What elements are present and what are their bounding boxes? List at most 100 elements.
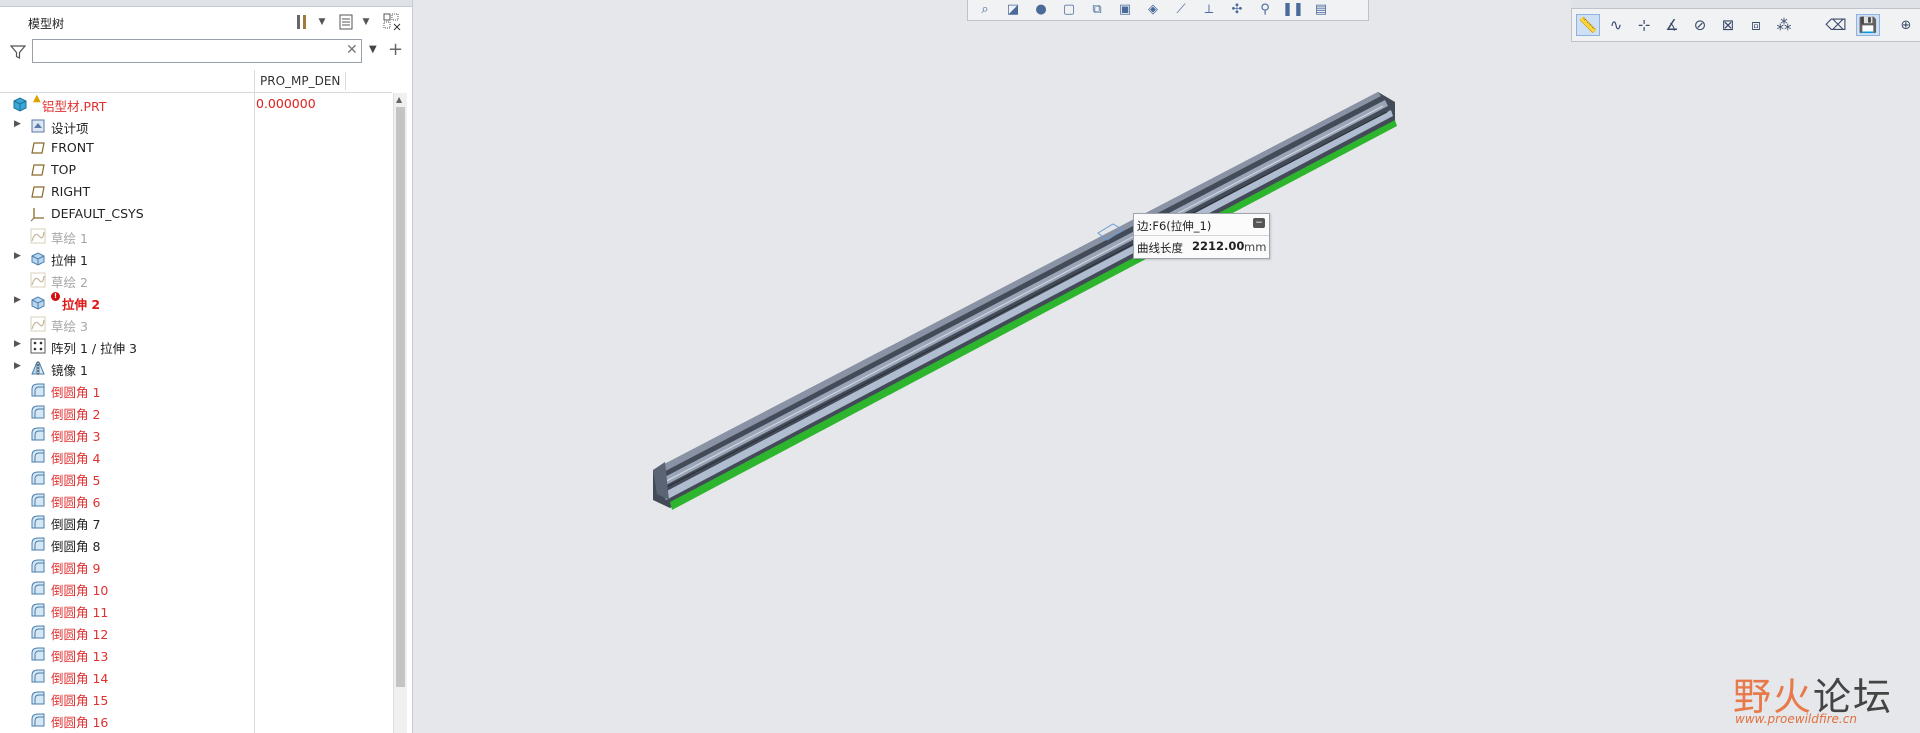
tree-item-label: 倒圆角 5 (51, 473, 101, 488)
measure-toolbar-titlebar (1571, 0, 1920, 8)
clear-search-icon[interactable]: ✕ (346, 42, 358, 58)
tree-root-row[interactable]: ▲ 铝型材.PRT 0.000000 (0, 93, 392, 115)
tree-item-label: 镜像 1 (51, 363, 88, 378)
round-icon (30, 558, 46, 574)
repaint-icon[interactable]: ▤ (1310, 1, 1332, 18)
tree-item-row[interactable]: 倒圆角 13 (0, 643, 392, 665)
tree-item-row[interactable]: RIGHT (0, 181, 392, 203)
datum-display-icon[interactable]: ⟋ (1170, 1, 1192, 18)
round-icon (30, 426, 46, 442)
tree-item-row[interactable]: 倒圆角 4 (0, 445, 392, 467)
tree-item-row[interactable]: 倒圆角 14 (0, 665, 392, 687)
tree-item-row[interactable]: 草绘 2 (0, 269, 392, 291)
scroll-up-icon[interactable]: ▲ (396, 95, 402, 104)
tree-item-row[interactable]: 草绘 3 (0, 313, 392, 335)
csys-display-icon[interactable]: ⟂ (1198, 1, 1220, 18)
tree-item-row[interactable]: 草绘 1 (0, 225, 392, 247)
pause-icon[interactable]: ❚❚ (1282, 1, 1304, 18)
round-icon (30, 602, 46, 618)
column-pro-mp-den[interactable]: PRO_MP_DEN (260, 74, 340, 88)
view-manager-icon[interactable]: ⧉ (1086, 1, 1108, 18)
zoom-fit-icon[interactable]: ⌕ (974, 1, 996, 18)
watermark-url: www.proewildfire.cn (1735, 712, 1857, 726)
tools-icon[interactable] (292, 12, 312, 32)
add-measure-icon[interactable]: ⊕ (1894, 14, 1918, 36)
tree-item-row[interactable]: 倒圆角 10 (0, 577, 392, 599)
tooltip-divider (1134, 235, 1269, 236)
scroll-thumb[interactable] (396, 107, 405, 687)
tools-dropdown-icon[interactable]: ▼ (312, 12, 332, 32)
tree-item-row[interactable]: 倒圆角 6 (0, 489, 392, 511)
tooltip-measure-value: 2212.00 (1192, 239, 1245, 253)
tree-item-row[interactable]: ▶! 拉伸 2 (0, 291, 392, 313)
measure-diameter-icon[interactable]: ⊘ (1688, 14, 1712, 36)
tree-item-row[interactable]: 倒圆角 5 (0, 467, 392, 489)
tree-item-label: 倒圆角 9 (51, 561, 101, 576)
tree-item-label: RIGHT (51, 184, 91, 199)
highlighted-edge[interactable] (670, 120, 1397, 510)
model-tree-panel: 模型树 ▼ ▼ ✕ ▼ + PRO_MP_DEN ▲ 铝型材.PRT 0.000… (0, 0, 413, 733)
tree-item-row[interactable]: ▶ 设计项 (0, 115, 392, 137)
tree-scrollbar[interactable]: ▲ (393, 93, 407, 733)
expand-arrow-icon[interactable]: ▶ (14, 251, 21, 261)
tree-item-label: 倒圆角 11 (51, 605, 109, 620)
display-style-icon[interactable]: ● (1030, 1, 1052, 18)
zoom-in-icon[interactable]: ◪ (1002, 1, 1024, 18)
model-3d-view[interactable] (413, 0, 1920, 733)
tree-item-row[interactable]: DEFAULT_CSYS (0, 203, 392, 225)
tree-search-input[interactable] (32, 39, 362, 63)
tree-item-row[interactable]: 倒圆角 12 (0, 621, 392, 643)
eraser-icon[interactable]: ⌫ (1824, 14, 1848, 36)
tree-item-row[interactable]: 倒圆角 11 (0, 599, 392, 621)
expand-arrow-icon[interactable]: ▶ (14, 339, 21, 349)
pattern-icon (30, 338, 46, 354)
saved-views-icon[interactable]: ▢ (1058, 1, 1080, 18)
measure-distance-icon[interactable]: ⊹ (1632, 14, 1656, 36)
expand-arrow-icon[interactable]: ▶ (14, 119, 21, 129)
tree-item-row[interactable]: 倒圆角 1 (0, 379, 392, 401)
section-icon[interactable]: ◈ (1142, 1, 1164, 18)
model-tree-list: ▲ 铝型材.PRT 0.000000 ▶ 设计项 FRONT TOP RIGHT DEFA… (0, 93, 392, 731)
measure-angle-icon[interactable]: ∡ (1660, 14, 1684, 36)
tree-item-label: 倒圆角 15 (51, 693, 109, 708)
save-measure-icon[interactable]: 💾 (1856, 14, 1880, 36)
tooltip-measure-label: 曲线长度 (1137, 241, 1183, 255)
measure-volume-icon[interactable]: ⧈ (1744, 14, 1768, 36)
expand-arrow-icon[interactable]: ▶ (14, 295, 21, 305)
measure-toolbar: 📏 ∿ ⊹ ∡ ⊘ ⊠ ⧈ ⁂ ⌫ 💾 ⊕ (1571, 8, 1920, 42)
measure-length-icon[interactable]: 📏 (1576, 14, 1600, 36)
tree-item-row[interactable]: ▶ 拉伸 1 (0, 247, 392, 269)
measure-area-icon[interactable]: ⊠ (1716, 14, 1740, 36)
tree-item-row[interactable]: ▶ 镜像 1 (0, 357, 392, 379)
tree-item-label: 倒圆角 1 (51, 385, 101, 400)
collapse-icon[interactable]: − (1253, 218, 1265, 228)
graphics-viewport[interactable] (413, 0, 1920, 733)
tree-item-row[interactable]: 倒圆角 16 (0, 709, 392, 731)
column-divider-end[interactable] (345, 72, 346, 90)
tree-item-row[interactable]: 倒圆角 3 (0, 423, 392, 445)
tree-item-row[interactable]: ▶ 阵列 1 / 拉伸 3 (0, 335, 392, 357)
tree-item-row[interactable]: 倒圆角 8 (0, 533, 392, 555)
perspective-icon[interactable]: ▣ (1114, 1, 1136, 18)
tree-item-row[interactable]: FRONT (0, 137, 392, 159)
tree-item-row[interactable]: 倒圆角 15 (0, 687, 392, 709)
expand-arrow-icon[interactable]: ▶ (14, 361, 21, 371)
tree-item-label: 倒圆角 12 (51, 627, 109, 642)
tree-item-row[interactable]: 倒圆角 7 (0, 511, 392, 533)
show-settings-icon[interactable] (336, 12, 356, 32)
settings-dropdown-icon[interactable]: ▼ (356, 12, 376, 32)
tree-item-row[interactable]: 倒圆角 9 (0, 555, 392, 577)
tree-item-label: 倒圆角 8 (51, 539, 101, 554)
annotation-icon[interactable]: ⚲ (1254, 1, 1276, 18)
tree-root-label: 铝型材.PRT (42, 99, 107, 114)
add-column-icon[interactable]: + (388, 39, 403, 60)
layer-filter-icon[interactable] (382, 12, 402, 32)
tree-item-row[interactable]: 倒圆角 2 (0, 401, 392, 423)
search-dropdown-icon[interactable]: ▼ (369, 44, 377, 55)
spin-center-icon[interactable]: ✣ (1226, 1, 1248, 18)
tree-item-label: 倒圆角 3 (51, 429, 101, 444)
measure-curve-icon[interactable]: ∿ (1604, 14, 1628, 36)
filter-icon[interactable] (9, 44, 28, 62)
measure-transform-icon[interactable]: ⁂ (1772, 14, 1796, 36)
tree-item-row[interactable]: TOP (0, 159, 392, 181)
